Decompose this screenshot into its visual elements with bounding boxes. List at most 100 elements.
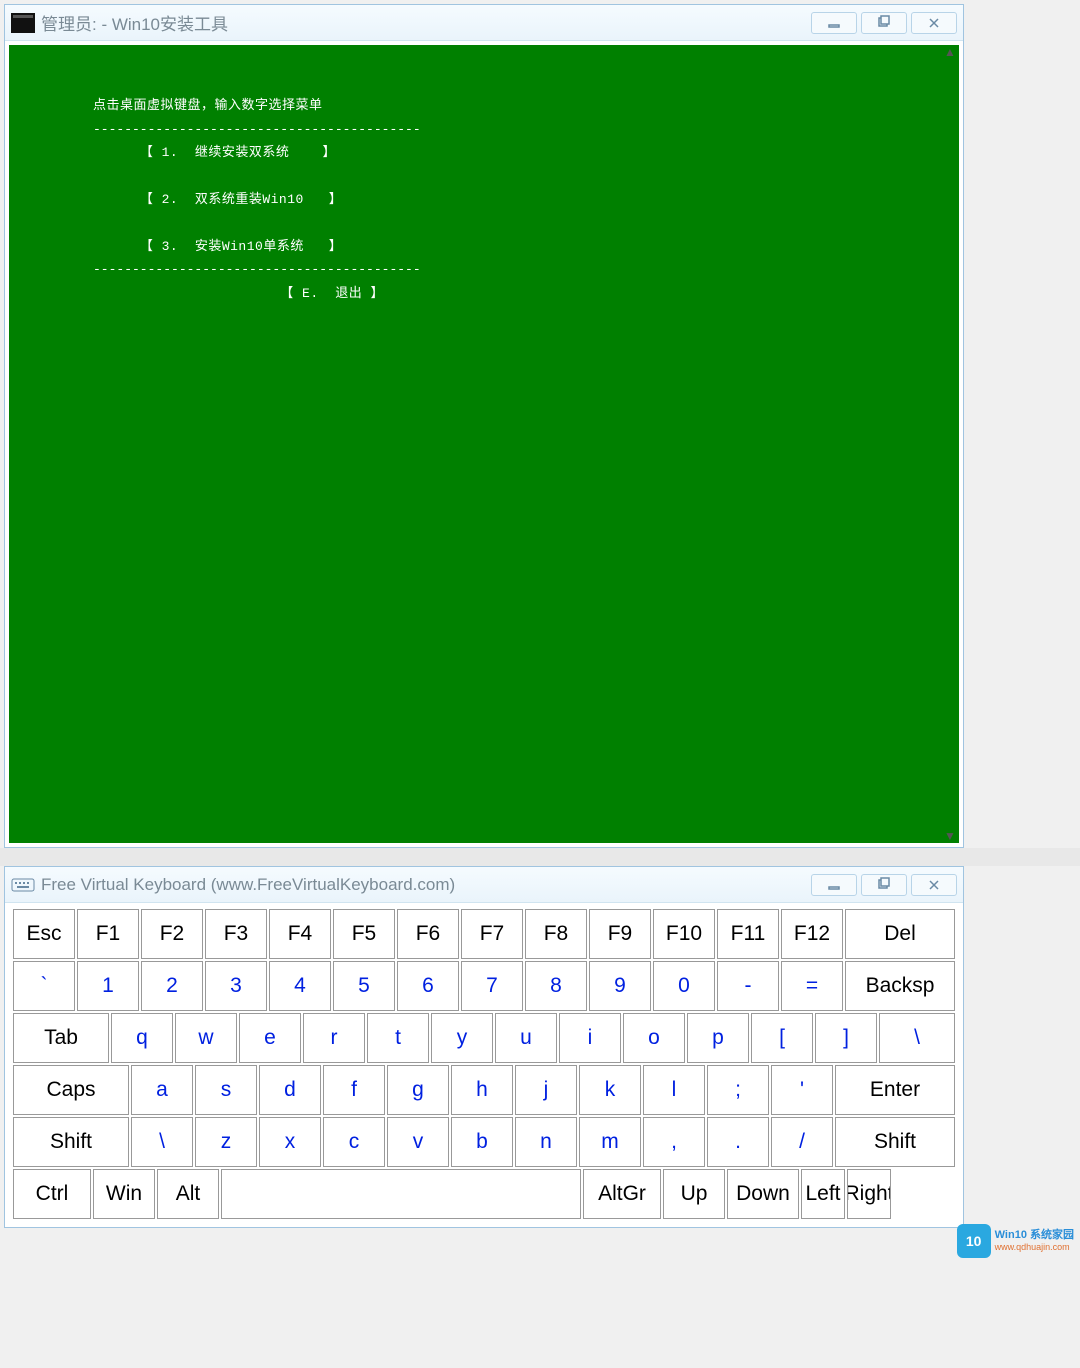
minimize-button[interactable]: [811, 12, 857, 34]
key-equals[interactable]: =: [781, 961, 843, 1011]
key-slash[interactable]: /: [771, 1117, 833, 1167]
console-window-buttons: [811, 12, 957, 34]
console-prompt-line: 点击桌面虚拟键盘，输入数字选择菜单: [93, 98, 323, 113]
window-gap: [0, 848, 1080, 866]
key-space[interactable]: [221, 1169, 581, 1219]
console-content[interactable]: 点击桌面虚拟键盘，输入数字选择菜单 ----------------------…: [9, 45, 959, 843]
key-f4[interactable]: F4: [269, 909, 331, 959]
console-separator: ----------------------------------------…: [93, 262, 421, 277]
key-t[interactable]: t: [367, 1013, 429, 1063]
key-o[interactable]: o: [623, 1013, 685, 1063]
console-scrollbar[interactable]: ▲ ▼: [941, 45, 959, 843]
maximize-button[interactable]: [861, 12, 907, 34]
key-1[interactable]: 1: [77, 961, 139, 1011]
key-comma[interactable]: ,: [643, 1117, 705, 1167]
key-up[interactable]: Up: [663, 1169, 725, 1219]
key-f10[interactable]: F10: [653, 909, 715, 959]
key-9[interactable]: 9: [589, 961, 651, 1011]
key-enter[interactable]: Enter: [835, 1065, 955, 1115]
key-left[interactable]: Left: [801, 1169, 845, 1219]
key-3[interactable]: 3: [205, 961, 267, 1011]
key-right[interactable]: Right: [847, 1169, 891, 1219]
key-backspace[interactable]: Backsp: [845, 961, 955, 1011]
key-g[interactable]: g: [387, 1065, 449, 1115]
maximize-button[interactable]: [861, 874, 907, 896]
key-n[interactable]: n: [515, 1117, 577, 1167]
close-button[interactable]: [911, 12, 957, 34]
key-e[interactable]: e: [239, 1013, 301, 1063]
console-separator: ----------------------------------------…: [93, 122, 421, 137]
key-b[interactable]: b: [451, 1117, 513, 1167]
key-0[interactable]: 0: [653, 961, 715, 1011]
key-7[interactable]: 7: [461, 961, 523, 1011]
key-r[interactable]: r: [303, 1013, 365, 1063]
key-l[interactable]: l: [643, 1065, 705, 1115]
key-alt[interactable]: Alt: [157, 1169, 219, 1219]
watermark-icon: 10: [957, 1224, 991, 1258]
key-caps[interactable]: Caps: [13, 1065, 129, 1115]
keyboard-body: Esc F1 F2 F3 F4 F5 F6 F7 F8 F9 F10 F11 F…: [5, 903, 963, 1227]
scroll-up-icon[interactable]: ▲: [944, 45, 956, 59]
key-period[interactable]: .: [707, 1117, 769, 1167]
key-f12[interactable]: F12: [781, 909, 843, 959]
key-s[interactable]: s: [195, 1065, 257, 1115]
key-p[interactable]: p: [687, 1013, 749, 1063]
key-f3[interactable]: F3: [205, 909, 267, 959]
key-u[interactable]: u: [495, 1013, 557, 1063]
key-f6[interactable]: F6: [397, 909, 459, 959]
key-j[interactable]: j: [515, 1065, 577, 1115]
key-rbracket[interactable]: ]: [815, 1013, 877, 1063]
key-i[interactable]: i: [559, 1013, 621, 1063]
key-backslash[interactable]: \: [879, 1013, 955, 1063]
key-k[interactable]: k: [579, 1065, 641, 1115]
key-a[interactable]: a: [131, 1065, 193, 1115]
key-tab[interactable]: Tab: [13, 1013, 109, 1063]
key-quote[interactable]: ': [771, 1065, 833, 1115]
key-shift-left[interactable]: Shift: [13, 1117, 129, 1167]
key-altgr[interactable]: AltGr: [583, 1169, 661, 1219]
key-5[interactable]: 5: [333, 961, 395, 1011]
key-f9[interactable]: F9: [589, 909, 651, 959]
key-win[interactable]: Win: [93, 1169, 155, 1219]
key-y[interactable]: y: [431, 1013, 493, 1063]
scroll-down-icon[interactable]: ▼: [944, 829, 956, 843]
console-window: 管理员: - Win10安装工具 点击桌面虚拟键盘，输入数字选择菜单 -----…: [4, 4, 964, 848]
key-f11[interactable]: F11: [717, 909, 779, 959]
key-down[interactable]: Down: [727, 1169, 799, 1219]
key-z[interactable]: z: [195, 1117, 257, 1167]
key-backtick[interactable]: `: [13, 961, 75, 1011]
key-shift-right[interactable]: Shift: [835, 1117, 955, 1167]
keyboard-row-zxcv: Shift \ z x c v b n m , . / Shift: [13, 1117, 955, 1167]
key-ctrl[interactable]: Ctrl: [13, 1169, 91, 1219]
key-esc[interactable]: Esc: [13, 909, 75, 959]
key-m[interactable]: m: [579, 1117, 641, 1167]
key-f7[interactable]: F7: [461, 909, 523, 959]
key-backslash2[interactable]: \: [131, 1117, 193, 1167]
key-del[interactable]: Del: [845, 909, 955, 959]
key-6[interactable]: 6: [397, 961, 459, 1011]
key-f5[interactable]: F5: [333, 909, 395, 959]
console-title: 管理员: - Win10安装工具: [41, 10, 811, 35]
key-q[interactable]: q: [111, 1013, 173, 1063]
watermark-line2: www.qdhuajin.com: [995, 1242, 1074, 1253]
key-h[interactable]: h: [451, 1065, 513, 1115]
key-d[interactable]: d: [259, 1065, 321, 1115]
close-button[interactable]: [911, 874, 957, 896]
key-f8[interactable]: F8: [525, 909, 587, 959]
key-semicolon[interactable]: ;: [707, 1065, 769, 1115]
keyboard-titlebar[interactable]: Free Virtual Keyboard (www.FreeVirtualKe…: [5, 867, 963, 903]
key-f2[interactable]: F2: [141, 909, 203, 959]
key-2[interactable]: 2: [141, 961, 203, 1011]
key-minus[interactable]: -: [717, 961, 779, 1011]
key-f[interactable]: f: [323, 1065, 385, 1115]
key-w[interactable]: w: [175, 1013, 237, 1063]
key-8[interactable]: 8: [525, 961, 587, 1011]
key-f1[interactable]: F1: [77, 909, 139, 959]
minimize-button[interactable]: [811, 874, 857, 896]
key-4[interactable]: 4: [269, 961, 331, 1011]
key-lbracket[interactable]: [: [751, 1013, 813, 1063]
key-c[interactable]: c: [323, 1117, 385, 1167]
key-x[interactable]: x: [259, 1117, 321, 1167]
console-titlebar[interactable]: 管理员: - Win10安装工具: [5, 5, 963, 41]
key-v[interactable]: v: [387, 1117, 449, 1167]
